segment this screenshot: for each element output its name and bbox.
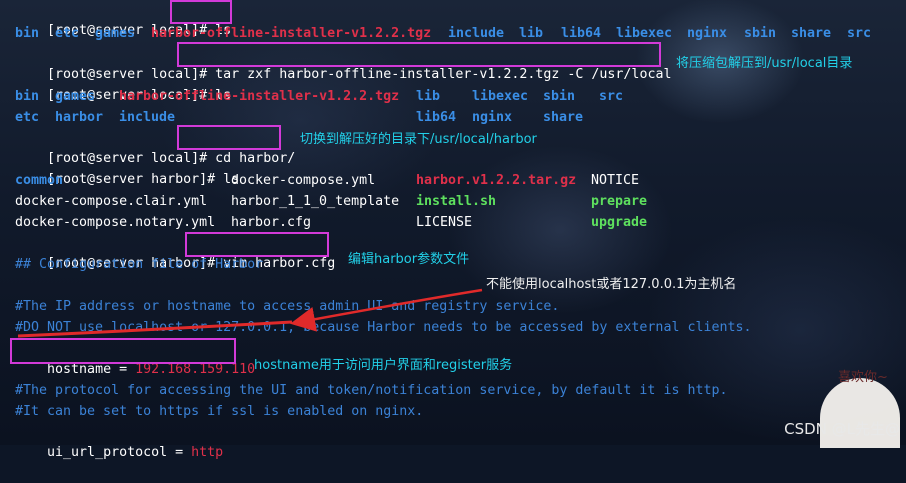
config-key: ui_url_protocol = (47, 445, 192, 460)
sticker-text: 喜欢你~ (838, 370, 888, 385)
config-value: http (191, 445, 224, 460)
annotation-arrow-icon (17, 288, 483, 338)
csdn-watermark: CSDN @L先生@ (784, 420, 900, 438)
